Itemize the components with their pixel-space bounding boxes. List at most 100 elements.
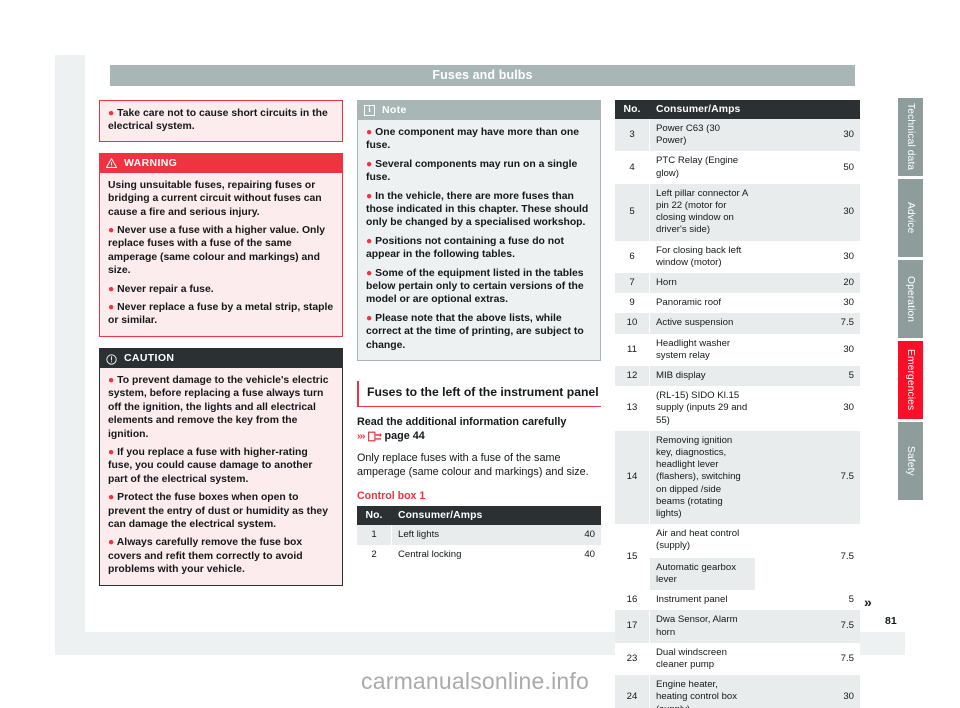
chapter-tab-advice[interactable]: Advice <box>898 179 923 257</box>
note-box-label: Note <box>382 104 407 116</box>
note-line-text: Several components may run on a single f… <box>366 158 578 184</box>
cell-consumer-secondary: Automatic gearbox lever <box>650 557 755 591</box>
cell-consumer: Removing ignition key, diagnostics, head… <box>650 430 755 525</box>
table-row: 4 PTC Relay (Engine glow) 50 <box>615 151 860 184</box>
cell-amps: 40 <box>496 545 601 566</box>
warning-line: ● Never replace a fuse by a metal strip,… <box>108 301 334 328</box>
cross-reference-text: page 44 <box>384 430 425 443</box>
bullet-icon: ● <box>366 312 373 324</box>
column-left: ● Take care not to cause short circuits … <box>99 100 343 597</box>
table-row: 15 Air and heat control (supply) 7.5 <box>615 524 860 591</box>
chapter-tab-label: Emergencies <box>905 349 916 411</box>
caution-box-label: CAUTION <box>124 351 175 364</box>
bullet-icon: ● <box>108 283 115 295</box>
manual-page: Fuses and bulbs ● Take care not to cause… <box>0 0 960 708</box>
cell-consumer: Left pillar connector A pin 22 (motor fo… <box>650 183 755 241</box>
caution-line-text: Always carefully remove the fuse box cov… <box>108 537 303 576</box>
info-icon: i <box>364 104 375 116</box>
page-number: 81 <box>885 615 897 627</box>
table-row: 12 MIB display 5 <box>615 366 860 387</box>
warning-triangle-icon <box>106 157 117 168</box>
cross-reference[interactable]: ››› page 44 <box>357 429 601 443</box>
column-middle: i Note ● One component may have more tha… <box>357 100 601 566</box>
table-row: 6 For closing back left window (motor) 3… <box>615 240 860 274</box>
warning-line: ● Never repair a fuse. <box>108 283 334 296</box>
caution-line-text: To prevent damage to the vehicle's elect… <box>108 374 329 440</box>
bullet-icon: ● <box>108 225 115 237</box>
cell-amps: 30 <box>755 293 860 314</box>
cell-no: 6 <box>615 240 649 274</box>
cell-amps: 7.5 <box>755 524 860 591</box>
cell-no: 2 <box>357 545 391 566</box>
caution-line-text: If you replace a fuse with higher-rating… <box>108 446 313 485</box>
table-row: 16 Instrument panel 5 <box>615 590 860 611</box>
cell-no: 10 <box>615 313 649 334</box>
table-row: 5 Left pillar connector A pin 22 (motor … <box>615 183 860 241</box>
bullet-icon: ● <box>108 446 115 458</box>
book-reference-icon <box>367 431 382 442</box>
bullet-icon: ● <box>366 127 373 138</box>
cell-no: 9 <box>615 293 649 314</box>
cell-consumer: PTC Relay (Engine glow) <box>650 151 755 184</box>
watermark: carmanualsonline.info <box>361 668 589 694</box>
chapter-tab-technical-data[interactable]: Technical data <box>898 98 923 176</box>
table-row: 11 Headlight washer system relay 30 <box>615 333 860 367</box>
column-header-consumer-amps: Consumer/Amps <box>392 506 601 526</box>
note-line: ● Several components may run on a single… <box>366 158 592 185</box>
note-line-text: Some of the equipment listed in the tabl… <box>366 267 584 306</box>
cell-consumer: Instrument panel <box>650 590 755 611</box>
short-circuit-note-box: ● Take care not to cause short circuits … <box>99 100 343 142</box>
note-line: ● Some of the equipment listed in the ta… <box>366 267 592 307</box>
caution-line: ● If you replace a fuse with higher-rati… <box>108 446 334 486</box>
chapter-tab-label: Safety <box>905 446 916 476</box>
column-header-no: No. <box>357 506 391 526</box>
note-box-body: ● One component may have more than one f… <box>357 120 601 362</box>
continuation-arrow-icon: » <box>864 594 872 610</box>
warning-box-header: WARNING <box>99 152 343 173</box>
column-header-no: No. <box>615 100 649 119</box>
cell-no: 16 <box>615 590 649 611</box>
chapter-tab-safety[interactable]: Safety <box>898 422 923 500</box>
page-title: Fuses and bulbs <box>432 68 533 82</box>
note-line: ● Please note that the above lists, whil… <box>366 312 592 352</box>
cell-amps: 40 <box>496 525 601 546</box>
chapter-tabs: Technical data Advice Operation Emergencies… <box>898 98 923 503</box>
cell-no: 12 <box>615 366 649 387</box>
cell-consumer: Horn <box>650 273 755 294</box>
cell-consumer: Air and heat control (supply) <box>650 524 755 558</box>
cell-amps: 50 <box>755 151 860 184</box>
warning-line-text: Never use a fuse with a higher value. On… <box>108 225 326 277</box>
note-line-text: In the vehicle, there are more fuses tha… <box>366 190 589 229</box>
warning-line-text: Using unsuitable fuses, repairing fuses … <box>108 179 322 218</box>
chapter-tab-emergencies[interactable]: Emergencies <box>898 341 923 419</box>
warning-box-label: WARNING <box>124 156 178 169</box>
note-line: ● Positions not containing a fuse do not… <box>366 235 592 262</box>
cell-amps: 7.5 <box>755 610 860 643</box>
warning-line: Using unsuitable fuses, repairing fuses … <box>108 179 334 219</box>
warning-box-body: Using unsuitable fuses, repairing fuses … <box>99 172 343 337</box>
chapter-tab-operation[interactable]: Operation <box>898 260 923 338</box>
cell-no: 3 <box>615 119 649 152</box>
cell-consumer: Panoramic roof <box>650 293 755 314</box>
note-box: i Note ● One component may have more tha… <box>357 100 601 362</box>
cell-consumer: Power C63 (30 Power) <box>650 119 755 152</box>
cell-consumer: Active suspension <box>650 313 755 334</box>
cell-consumer: (RL-15) SIDO Kl.15 supply (inputs 29 and… <box>650 386 755 431</box>
chapter-tab-label: Operation <box>905 275 916 323</box>
cell-amps: 30 <box>755 183 860 241</box>
section-heading: Fuses to the left of the instrument pane… <box>357 381 601 407</box>
table-row: 1 Left lights 40 <box>357 525 601 546</box>
caution-line: ● Protect the fuse boxes when open to pr… <box>108 491 334 531</box>
cell-no: 13 <box>615 386 649 431</box>
caution-box-header: CAUTION <box>99 347 343 368</box>
cell-amps: 30 <box>755 119 860 152</box>
fuse-table-continued: No. Consumer/Amps 3 Power C63 (30 Power)… <box>615 100 860 708</box>
warning-box: WARNING Using unsuitable fuses, repairin… <box>99 152 343 337</box>
cell-consumer: Headlight washer system relay <box>650 333 755 367</box>
cell-no: 15 <box>615 524 649 591</box>
bullet-icon: ● <box>366 235 373 247</box>
cell-amps: 7.5 <box>755 430 860 525</box>
cell-amps: 7.5 <box>755 313 860 334</box>
page-header-bar: Fuses and bulbs <box>110 65 855 86</box>
cell-amps: 5 <box>755 366 860 387</box>
